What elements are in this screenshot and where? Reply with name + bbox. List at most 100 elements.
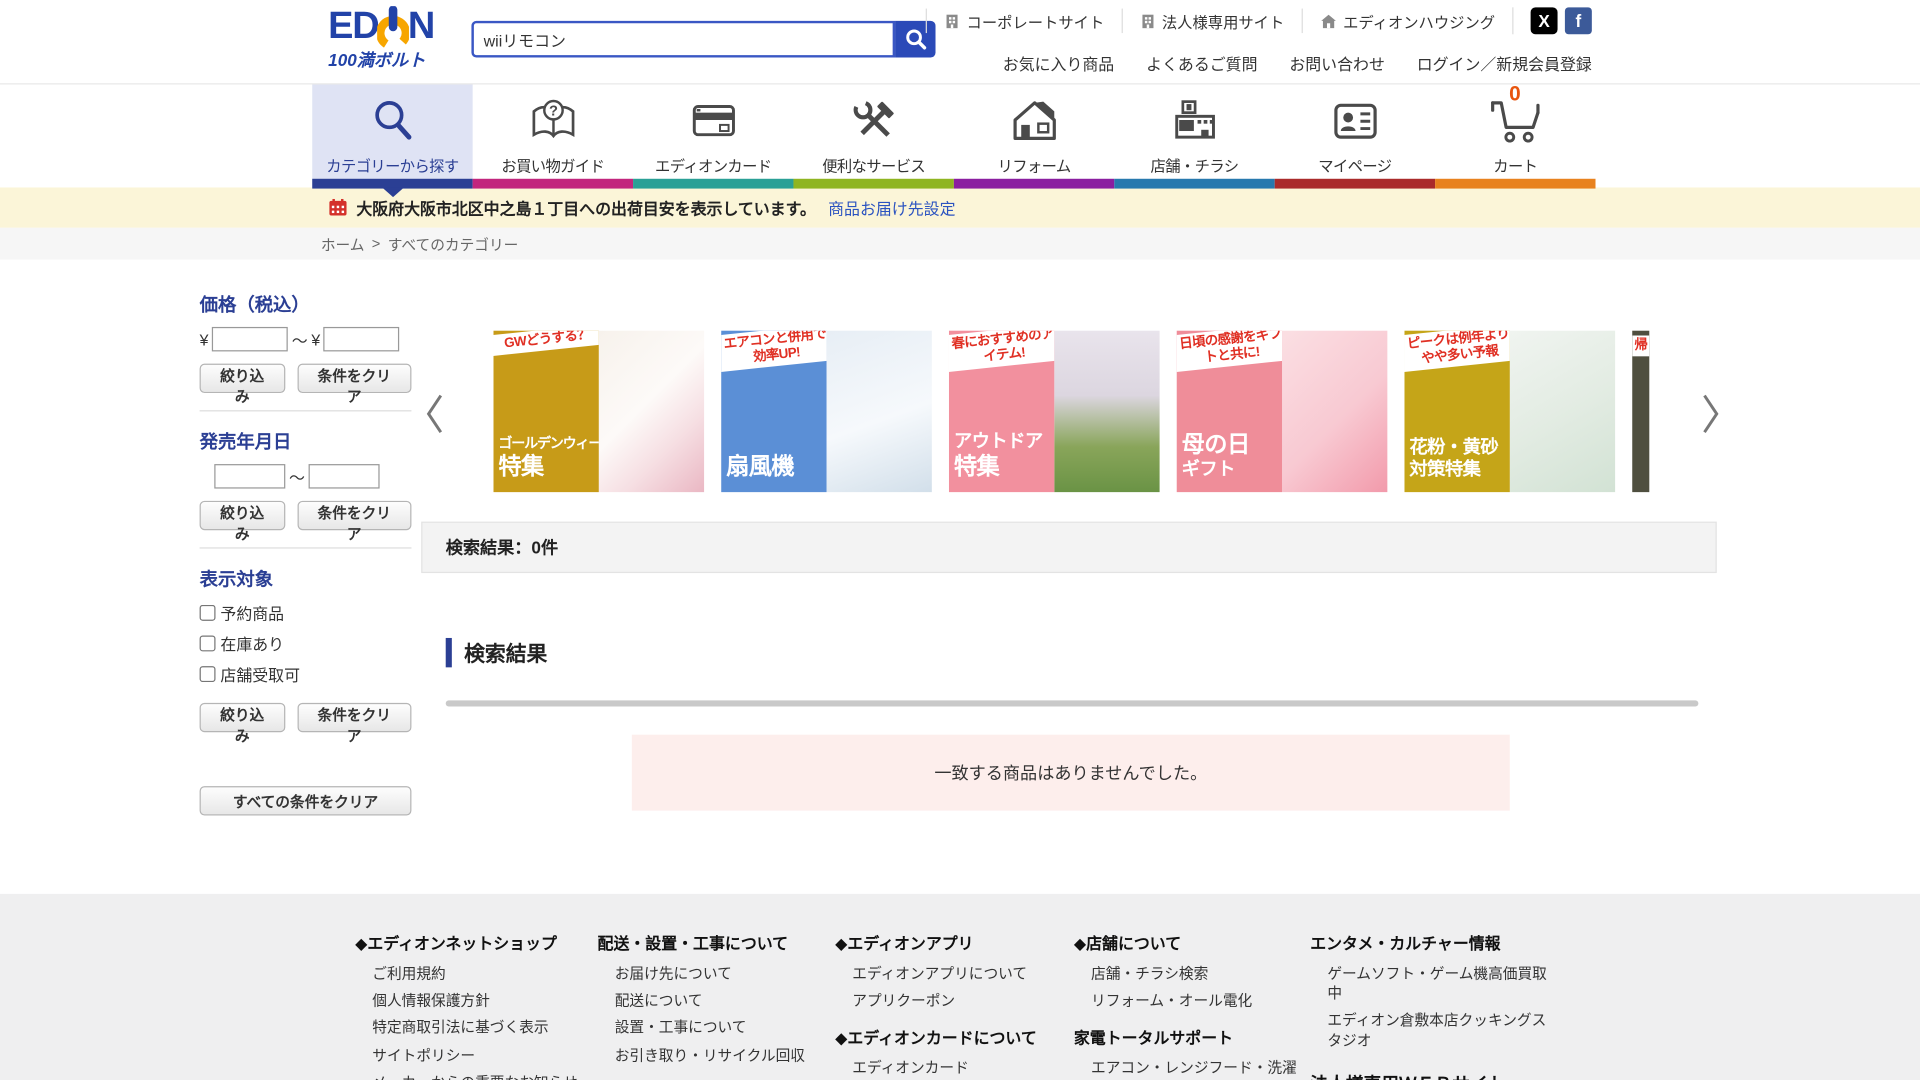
power-button-icon <box>377 6 409 50</box>
nav-tab-shopping-guide[interactable]: ? お買い物ガイド <box>473 84 633 188</box>
clear-all-filters-button[interactable]: すべての条件をクリア <box>200 786 412 815</box>
footer-link[interactable]: サイトポリシー <box>372 1045 588 1065</box>
header-user-links: お気に入り商品 よくあるご質問 お問い合わせ ログイン／新規会員登録 <box>980 51 1592 74</box>
preorder-checkbox[interactable] <box>200 605 216 621</box>
footer-link[interactable]: エディオンアプリについて <box>852 964 1061 984</box>
favorites-link[interactable]: お気に入り商品 <box>1003 51 1114 74</box>
footer-link[interactable]: エアコン・レンジフード・洗濯槽クリーニングサービス <box>1091 1058 1307 1080</box>
horizontal-scrollbar[interactable] <box>446 700 1699 706</box>
footer-link[interactable]: 特定商取引法に基づく表示 <box>372 1018 588 1038</box>
search-results-section-header: 検索結果 <box>446 637 548 668</box>
footer-link[interactable]: お引き取り・リサイクル回収 <box>615 1045 824 1065</box>
footer-link[interactable]: メーカーからの重要なお知らせ <box>372 1072 588 1080</box>
nav-tab-reform[interactable]: リフォーム <box>954 84 1114 188</box>
nav-tab-mypage[interactable]: マイページ <box>1275 84 1435 188</box>
housing-link[interactable]: エディオンハウジング <box>1301 9 1512 33</box>
house-icon <box>1320 13 1337 29</box>
release-clear-button[interactable]: 条件をクリア <box>297 501 411 530</box>
banner-outdoor[interactable]: 春におすすめのアイテム! アウトドア特集 <box>949 331 1160 493</box>
breadcrumb: ホーム > すべてのカテゴリー <box>0 228 1920 260</box>
checkbox-store-pickup[interactable]: 店舗受取可 <box>200 662 412 685</box>
store-pickup-checkbox[interactable] <box>200 666 216 682</box>
contact-link[interactable]: お問い合わせ <box>1289 51 1385 74</box>
target-clear-button[interactable]: 条件をクリア <box>297 703 411 732</box>
banner-partial[interactable]: 帰 <box>1632 331 1649 493</box>
divider <box>200 410 412 411</box>
nav-label: リフォーム <box>998 153 1071 176</box>
price-clear-button[interactable]: 条件をクリア <box>297 364 411 393</box>
banner-title: 特集 <box>498 453 598 482</box>
search-area <box>471 21 935 58</box>
banner-fans[interactable]: エアコンと併用で効率UP! 扇風機 <box>721 331 932 493</box>
logo-subbrand: 100満ボルト <box>328 51 434 68</box>
footer-link[interactable]: お届け先について <box>615 964 824 984</box>
nav-tab-category-search[interactable]: カテゴリーから探す <box>312 84 472 188</box>
footer-link[interactable]: 設置・工事について <box>615 1018 824 1038</box>
release-to-input[interactable] <box>309 464 380 488</box>
divider <box>200 547 412 548</box>
banner-pollen[interactable]: ピークは例年よりやや多い予報 花粉・黄砂対策特集 <box>1404 331 1615 493</box>
faq-link[interactable]: よくあるご質問 <box>1146 51 1257 74</box>
nav-tab-edion-card[interactable]: エディオンカード <box>633 84 793 188</box>
banner-golden-week[interactable]: GWどうする？ ゴールデンウィーク特集 <box>493 331 704 493</box>
footer-heading: ◆エディオンアプリ <box>835 931 1062 954</box>
social-icons: X f <box>1512 7 1592 34</box>
range-separator: ～ <box>292 328 308 351</box>
nav-accent-bar <box>633 179 793 189</box>
footer-link[interactable]: ご利用規約 <box>372 964 588 984</box>
housing-label: エディオンハウジング <box>1343 9 1495 32</box>
release-from-input[interactable] <box>214 464 285 488</box>
banner-mothers-day[interactable]: 日頃の感謝をギフトと共に! 母の日ギフト <box>1177 331 1388 493</box>
section-title: 検索結果 <box>464 637 547 668</box>
footer-link[interactable]: ゲームソフト・ゲーム機高価買取中 <box>1327 964 1555 1004</box>
banner-color-panel: エアコンと併用で効率UP! 扇風機 <box>721 331 826 493</box>
checkbox-in-stock[interactable]: 在庫あり <box>200 632 412 655</box>
footer-link[interactable]: 配送について <box>615 991 824 1011</box>
calendar-photo <box>599 331 704 493</box>
footer-heading: 家電トータルサポート <box>1074 1025 1307 1048</box>
banner-title: 特集 <box>954 453 1054 482</box>
delivery-notice-text: 大阪府大阪市北区中之島１丁目への出荷目安を表示しています。 <box>356 196 816 219</box>
price-min-input[interactable] <box>212 327 288 351</box>
facebook-icon[interactable]: f <box>1565 7 1592 34</box>
banner-color-panel: ピークは例年よりやや多い予報 花粉・黄砂対策特集 <box>1404 331 1509 493</box>
footer-link[interactable]: 個人情報保護方針 <box>372 991 588 1011</box>
corporate-site-link[interactable]: コーポレートサイト <box>926 9 1121 33</box>
price-filter-button[interactable]: 絞り込み <box>200 364 285 393</box>
footer-link[interactable]: エディオンカード <box>852 1058 1061 1078</box>
footer-link[interactable]: 店舗・チラシ検索 <box>1091 964 1307 984</box>
breadcrumb-separator: > <box>372 235 381 252</box>
release-filter-button[interactable]: 絞り込み <box>200 501 285 530</box>
edion-logo[interactable]: ED N 100満ボルト <box>328 6 434 68</box>
page: ED N 100満ボルト <box>0 0 1920 1080</box>
banner-title: 花粉・黄砂 <box>1409 437 1509 460</box>
target-filter-button[interactable]: 絞り込み <box>200 703 285 732</box>
business-site-link[interactable]: 法人様専用サイト <box>1121 9 1301 33</box>
air-purifier-photo <box>1510 331 1615 493</box>
banner-color-panel: 春におすすめのアイテム! アウトドア特集 <box>949 331 1054 493</box>
footer-heading: エンタメ・カルチャー情報 <box>1310 931 1555 954</box>
search-input[interactable] <box>471 21 895 58</box>
target-filter-title: 表示対象 <box>200 566 412 592</box>
price-max-input[interactable] <box>324 327 400 351</box>
header-top-links: コーポレートサイト 法人様専用サイト エディオンハウジング X f <box>980 0 1592 42</box>
guide-book-icon: ? <box>526 89 580 153</box>
footer-link[interactable]: アプリクーポン <box>852 991 1061 1011</box>
footer-link[interactable]: リフォーム・オール電化 <box>1091 991 1307 1011</box>
nav-tab-services[interactable]: 便利なサービス <box>793 84 953 188</box>
banner-title: 母の日 <box>1182 430 1282 459</box>
nav-tab-stores[interactable]: 店舗・チラシ <box>1114 84 1274 188</box>
checkbox-preorder[interactable]: 予約商品 <box>200 601 412 624</box>
banner-ribbon: 春におすすめのアイテム! <box>949 331 1054 373</box>
carousel-prev-arrow[interactable] <box>425 393 445 435</box>
in-stock-checkbox[interactable] <box>200 636 216 652</box>
delivery-settings-link[interactable]: 商品お届け先設定 <box>828 196 955 219</box>
carousel-next-arrow[interactable] <box>1701 393 1721 435</box>
ribbon-heart-photo <box>1282 331 1387 493</box>
footer-link[interactable]: エディオン倉敷本店クッキングスタジオ <box>1327 1011 1555 1051</box>
nav-tab-cart[interactable]: 0 カート <box>1435 84 1595 188</box>
breadcrumb-home[interactable]: ホーム <box>321 233 365 254</box>
x-twitter-icon[interactable]: X <box>1531 7 1558 34</box>
login-register-link[interactable]: ログイン／新規会員登録 <box>1417 51 1592 74</box>
footer: ◆エディオンネットショップ ご利用規約 個人情報保護方針 特定商取引法に基づく表… <box>0 894 1920 1080</box>
